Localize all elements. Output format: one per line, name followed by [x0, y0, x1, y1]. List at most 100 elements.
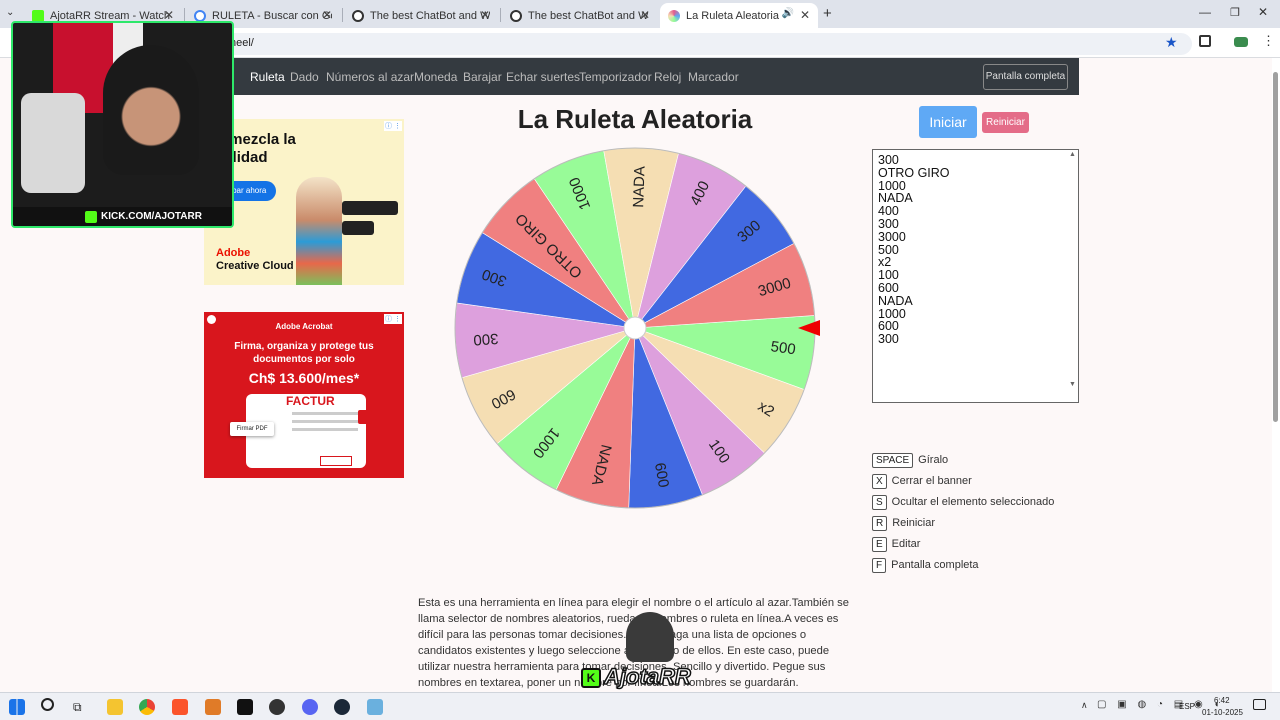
chatbot-favicon-icon: [352, 9, 364, 22]
clock-time[interactable]: 6:42: [1214, 696, 1230, 705]
shortcut-r: R Reiniciar: [872, 515, 935, 531]
discord-icon[interactable]: [302, 699, 318, 715]
windows-start-icon[interactable]: [9, 699, 25, 715]
close-window-icon[interactable]: ✕: [1258, 5, 1268, 19]
ad1-artwork: [296, 177, 342, 285]
nav-dado[interactable]: Dado: [290, 70, 319, 84]
shortcut-e: E Editar: [872, 536, 920, 552]
scroll-down-icon[interactable]: ▼: [1069, 381, 1076, 388]
ad1-product: Creative Cloud: [216, 260, 294, 272]
close-tab-icon[interactable]: ✕: [164, 8, 174, 22]
chrome-icon[interactable]: [139, 699, 155, 715]
tab-3[interactable]: The best ChatBot and Widgets ✕: [344, 3, 498, 28]
close-tab-icon[interactable]: ✕: [480, 8, 490, 22]
new-tab-icon[interactable]: +: [823, 5, 832, 22]
windows-taskbar: ⧉ ∧ ▢ ▣ ◍ ◔ ▤ ◉ ◖ ESP 6:42 01-10-2025: [0, 692, 1280, 720]
nav-barajar[interactable]: Barajar: [463, 70, 502, 84]
ad1-ui-card: [342, 221, 374, 235]
speaker-icon[interactable]: 🔊: [782, 8, 794, 19]
nav-echar-suertes[interactable]: Echar suertes: [506, 70, 580, 84]
page-title: La Ruleta Aleatoria: [517, 104, 753, 134]
kick-bar: KICK.COM/AJOTARR: [13, 207, 232, 226]
fullscreen-button[interactable]: Pantalla completa: [983, 64, 1068, 90]
chatbot-favicon-icon: [510, 9, 522, 22]
close-tab-icon[interactable]: ✕: [800, 8, 810, 22]
tab-5-active[interactable]: La Ruleta Aleatoria 🔊 ✕: [660, 3, 818, 28]
notifications-icon[interactable]: [1253, 699, 1266, 710]
tiktok-icon[interactable]: [237, 699, 253, 715]
steam-icon[interactable]: [334, 699, 350, 715]
reset-button[interactable]: Reiniciar: [982, 112, 1029, 133]
names-textarea[interactable]: [872, 149, 1079, 403]
scroll-up-icon[interactable]: ▲: [1069, 151, 1076, 158]
chair-background: [21, 93, 85, 193]
site-navbar: Ruleta Dado Números al azar Moneda Baraj…: [234, 58, 1079, 95]
ad-info-icon[interactable]: ⓘ ⋮: [384, 121, 402, 131]
file-explorer-icon[interactable]: [107, 699, 123, 715]
wheel-favicon-icon: [668, 9, 680, 22]
shortcut-x: X Cerrar el banner: [872, 473, 972, 489]
profile-icon[interactable]: [1234, 37, 1248, 47]
kick-channel: KICK.COM/AJOTARR: [101, 211, 202, 222]
minimize-icon[interactable]: —: [1199, 5, 1211, 19]
restore-icon[interactable]: ❐: [1230, 6, 1240, 19]
app-icon[interactable]: [205, 699, 221, 715]
key-e: E: [872, 536, 887, 552]
streamer-figure: [103, 45, 199, 175]
page-scrollbar-thumb[interactable]: [1273, 72, 1278, 422]
key-x: X: [872, 473, 887, 489]
nav-moneda[interactable]: Moneda: [414, 70, 457, 84]
streamer-logo-text: AjotaRR: [603, 663, 691, 690]
menu-icon[interactable]: ⋮: [1262, 33, 1275, 49]
ad1-ui-card: [342, 201, 398, 215]
wheel-segment-label: 500: [770, 338, 797, 358]
streamer-webcam: KICK.COM/AJOTARR: [11, 21, 234, 228]
brave-icon[interactable]: [172, 699, 188, 715]
close-tab-icon[interactable]: ✕: [322, 8, 332, 22]
obs-icon[interactable]: [269, 699, 285, 715]
address-bar[interactable]: heel/: [224, 33, 1192, 55]
shortcut-f: F Pantalla completa: [872, 557, 979, 573]
nav-temporizador[interactable]: Temporizador: [579, 70, 652, 84]
key-s: S: [872, 494, 887, 510]
extensions-icon[interactable]: [1199, 35, 1211, 47]
nav-marcador[interactable]: Marcador: [688, 70, 739, 84]
tab-list-icon[interactable]: ⌄: [6, 7, 14, 18]
shortcut-s: S Ocultar el elemento seleccionado: [872, 494, 1054, 510]
ad1-brand: Adobe: [216, 247, 251, 259]
wheel-center[interactable]: [623, 316, 647, 340]
google-favicon-icon: [194, 9, 206, 22]
ad-acrobat[interactable]: ⓘ ⋮ Adobe Acrobat Firma, organiza y prot…: [204, 312, 404, 478]
nav-ruleta[interactable]: Ruleta: [250, 70, 285, 84]
start-button[interactable]: Iniciar: [919, 106, 977, 138]
key-r: R: [872, 515, 888, 531]
tray-chevron-icon[interactable]: ∧: [1081, 700, 1088, 711]
task-view-icon[interactable]: ⧉: [73, 700, 82, 715]
roulette-wheel[interactable]: 500x2100600NADA1000600300300 OTRO GIRO100…: [450, 142, 830, 512]
clock-date[interactable]: 01-10-2025: [1202, 708, 1243, 717]
nav-numeros[interactable]: Números al azar: [326, 70, 414, 84]
kick-k-icon: K: [581, 668, 601, 688]
ad2-brand: Adobe Acrobat: [275, 322, 333, 331]
kick-logo-icon: [85, 211, 97, 223]
ad2-line: Firma, organiza y protege tus documentos…: [234, 341, 374, 365]
close-tab-icon[interactable]: ✕: [640, 8, 650, 22]
pdf-icon: [358, 410, 372, 424]
ad2-doc-title: FACTUR: [286, 394, 335, 408]
shortcut-space: SPACE Gíralo: [872, 452, 948, 468]
tab-4[interactable]: The best ChatBot and Widgets ✕: [502, 3, 658, 28]
search-icon[interactable]: [41, 698, 54, 711]
ad2-sign-button: Firmar PDF: [230, 422, 274, 436]
nav-reloj[interactable]: Reloj: [654, 70, 681, 84]
kick-favicon-icon: [32, 9, 44, 22]
ad-creative-cloud[interactable]: ⓘ ⋮ Remezcla la realidad Probar ahora Ad…: [204, 119, 404, 285]
bookmark-star-icon[interactable]: ★: [1165, 34, 1178, 51]
key-space: SPACE: [872, 452, 914, 468]
app-icon-2[interactable]: [367, 699, 383, 715]
wheel-segment-label: 300: [473, 330, 499, 349]
key-f: F: [872, 557, 887, 573]
ad2-price: Ch$ 13.600/mes*: [248, 370, 360, 386]
language-indicator[interactable]: ESP: [1179, 702, 1195, 711]
streamer-avatar-overlay: [626, 612, 674, 662]
wheel-segment-label: NADA: [630, 166, 648, 208]
